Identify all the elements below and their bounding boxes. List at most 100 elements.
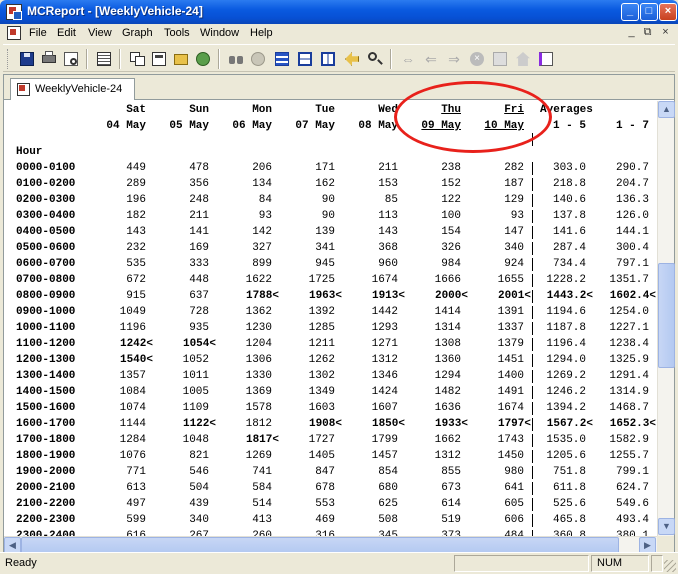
toolbar-grip[interactable] [7,49,10,69]
split-vertical-icon[interactable] [318,49,338,69]
find-icon[interactable] [365,49,385,69]
tab-weeklyvehicle[interactable]: WeeklyVehicle-24 [10,78,135,100]
table-row[interactable]: 1700-1800 1284 1048 1817< 1727 1799 1662 1743 15… [4,434,657,450]
binoculars-icon[interactable] [226,49,246,69]
multi-window-icon[interactable] [272,49,292,69]
menu-view[interactable]: View [88,27,112,39]
table-row[interactable]: 0300-0400 182 211 93 90 113 100 93 137.8 126.0 [4,210,657,226]
value-cell: 1204 [245,338,272,350]
column-separator [532,450,533,463]
value-cell: 1655 [497,274,524,286]
maximize-button[interactable]: □ [640,3,658,21]
mdi-minimize-icon[interactable]: _ [624,26,639,40]
menu-help[interactable]: Help [250,27,273,39]
value-cell: 1491 [497,386,524,398]
scroll-down-icon[interactable]: ▼ [658,518,675,535]
value-cell: 85 [384,194,398,206]
menu-graph[interactable]: Graph [122,27,153,39]
split-horizontal-icon[interactable] [295,49,315,69]
mdi-close-icon[interactable]: × [658,26,673,40]
print-icon[interactable] [39,49,59,69]
value-cell: 1666 [434,274,461,286]
status-panel-small [651,555,663,572]
tab-label: WeeklyVehicle-24 [35,83,123,95]
report-view[interactable]: Sat 04 May Sun 05 May Mon 06 May Tue 07 May Wed 0… [4,101,657,536]
table-row[interactable]: 0500-0600 232 169 327 341 368 326 340 287.4 300.4 [4,242,657,258]
resize-grip[interactable] [664,560,676,572]
value-cell: 915 [126,290,146,302]
value-cell: 599 [126,514,146,526]
value-cell: 1482 [434,386,461,398]
table-row[interactable]: 1400-1500 1084 1005 1369 1349 1424 1482 1491 124… [4,386,657,402]
table-row[interactable]: 1600-1700 1144 1122< 1812 1908< 1850< 1933< 179… [4,418,657,434]
print-preview-icon[interactable] [61,49,81,69]
minimize-button[interactable]: _ [621,3,639,21]
table-row[interactable]: 0000-0100 449 478 206 171 211 238 282 303.0 290.7 [4,162,657,178]
arrow-left-icon[interactable]: ⇐ [421,49,441,69]
app-icon[interactable] [6,4,22,20]
table-row[interactable]: 1100-1200 1242< 1054< 1204 1211 1271 1308 1379 1… [4,338,657,354]
close-button[interactable]: × [659,3,677,21]
table-row[interactable]: 1500-1600 1074 1109 1578 1603 1607 1636 1674 139… [4,402,657,418]
filter-icon[interactable] [248,49,268,69]
table-row[interactable]: 0900-1000 1049 728 1362 1392 1442 1414 1391 1194… [4,306,657,322]
mdi-restore-icon[interactable]: ⧉ [640,26,655,40]
column-separator [532,514,533,527]
date-header-wed: 08 May [358,120,398,132]
value-cell: 1205.6 [546,450,586,462]
arrow-right-icon[interactable]: ⇒ [444,49,464,69]
column-separator [532,498,533,511]
stop-icon[interactable]: × [467,49,487,69]
menu-file[interactable]: File [29,27,47,39]
menu-window[interactable]: Window [200,27,239,39]
report-icon [17,83,30,96]
home-icon[interactable] [513,49,533,69]
table-row[interactable]: 0400-0500 143 141 142 139 143 154 147 141.6 144.1 [4,226,657,242]
folder-icon[interactable] [171,49,191,69]
double-arrow-icon[interactable]: ⇔ [398,49,418,69]
table-row[interactable]: 2200-2300 599 340 413 469 508 519 606 465.8 493.4 [4,514,657,530]
multi-report-icon[interactable] [149,49,169,69]
document-menu-icon[interactable] [7,26,21,40]
network-icon[interactable] [193,49,213,69]
save-icon[interactable] [17,49,37,69]
column-separator [532,306,533,319]
value-cell: 1269.2 [546,370,586,382]
value-cell: 413 [252,514,272,526]
value-cell: 1797< [497,418,531,430]
table-row[interactable]: 0700-0800 672 448 1622 1725 1674 1666 1655 1228.… [4,274,657,290]
column-separator [532,466,533,479]
table-icon[interactable] [94,49,114,69]
table-row[interactable]: 1800-1900 1076 821 1269 1405 1457 1312 1450 1205… [4,450,657,466]
table-row[interactable]: 0100-0200 289 356 134 162 153 152 187 218.8 204.7 [4,178,657,194]
table-row[interactable]: 1200-1300 1540< 1052 1306 1262 1312 1360 1451 12… [4,354,657,370]
table-row[interactable]: 2100-2200 497 439 514 553 625 614 605 525.6 549.6 [4,498,657,514]
book-icon[interactable] [536,49,556,69]
edit-icon[interactable] [490,49,510,69]
value-cell: 154 [441,226,461,238]
scroll-up-icon[interactable]: ▲ [658,101,675,118]
value-cell: 1788< [245,290,279,302]
back-icon[interactable] [342,49,362,69]
vertical-scroll-thumb[interactable] [658,263,675,368]
horizontal-scrollbar[interactable]: ◀ ▶ [4,536,657,554]
value-cell: 1262 [308,354,335,366]
table-row[interactable]: 1000-1100 1196 935 1230 1285 1293 1314 1337 1187… [4,322,657,338]
vertical-scrollbar[interactable]: ▲ ▼ [657,101,675,536]
copy-report-icon[interactable] [127,49,147,69]
table-row[interactable]: 1900-2000 771 546 741 847 854 855 980 751.8 799.1 [4,466,657,482]
value-cell: 282 [504,162,524,174]
value-cell: 1291.4 [609,370,649,382]
table-row[interactable]: 0200-0300 196 248 84 90 85 122 129 140.6 136.3 [4,194,657,210]
table-row[interactable]: 0600-0700 535 333 899 945 960 984 924 734.4 797.1 [4,258,657,274]
value-cell: 152 [441,178,461,190]
value-cell: 303.0 [552,162,586,174]
table-row[interactable]: 2000-2100 613 504 584 678 680 673 641 611.8 624.7 [4,482,657,498]
menu-tools[interactable]: Tools [164,27,190,39]
table-row[interactable]: 0800-0900 915 637 1788< 1963< 1913< 2000< 2001<… [4,290,657,306]
menu-edit[interactable]: Edit [57,27,76,39]
value-cell: 1391 [497,306,524,318]
value-cell: 734.4 [552,258,586,270]
value-cell: 1255.7 [609,450,649,462]
table-row[interactable]: 1300-1400 1357 1011 1330 1302 1346 1294 1400 126… [4,370,657,386]
